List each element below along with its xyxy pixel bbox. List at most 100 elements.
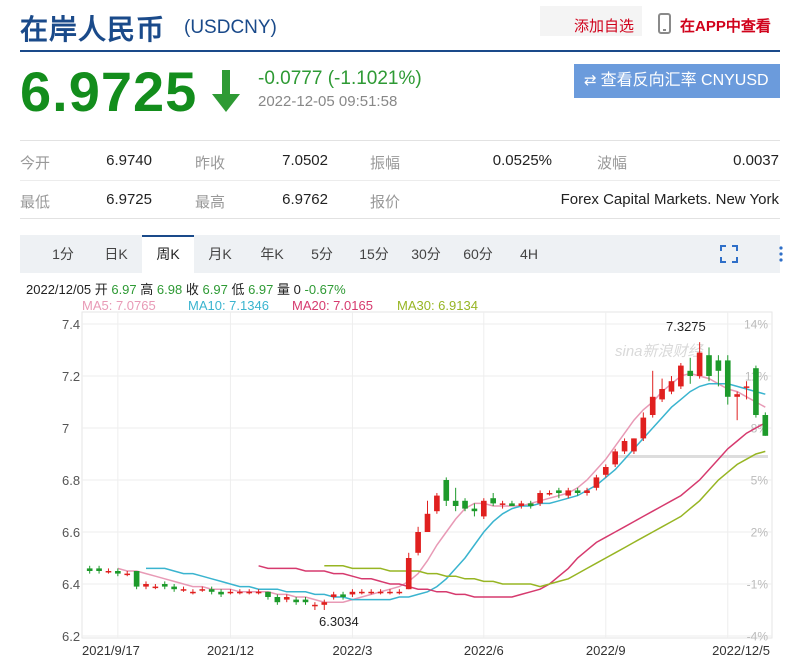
- bar-open: 6.97: [111, 282, 137, 297]
- phone-icon[interactable]: [658, 13, 671, 34]
- stats-table: 今开 6.9740 昨收 7.0502 振幅 0.0525% 波幅 0.0037…: [20, 140, 780, 219]
- candle-body: [218, 591, 224, 595]
- tab-60min[interactable]: 60分: [452, 235, 504, 273]
- candle-body: [405, 558, 412, 590]
- candle-body: [330, 594, 337, 597]
- candle-body: [434, 495, 440, 512]
- candle-body: [518, 503, 525, 506]
- candle-body: [227, 591, 234, 594]
- reference-band: [618, 455, 768, 458]
- bar-low: 6.97: [248, 282, 274, 297]
- candle-body: [584, 490, 590, 493]
- candle-body: [762, 415, 769, 436]
- candle-body: [161, 584, 168, 587]
- more-options-icon[interactable]: [772, 245, 790, 263]
- tab-monthly[interactable]: 月K: [194, 235, 246, 273]
- x-axis: 2021/9/17 2021/12 2022/3 2022/6 2022/9 2022/1…: [82, 643, 770, 658]
- stat-label-prev-close: 昨收: [195, 155, 226, 172]
- candle-body: [340, 594, 346, 597]
- candle-body: [143, 584, 149, 587]
- add-favorite-button[interactable]: 添加自选: [540, 6, 642, 36]
- candle-body: [706, 355, 712, 376]
- candle-body: [387, 591, 393, 594]
- stat-value-prev-close: 7.0502: [282, 152, 328, 169]
- candle-body: [377, 591, 384, 594]
- x-tick-label: 2022/9: [586, 643, 626, 658]
- candle-body: [724, 360, 731, 397]
- stat-label-range: 波幅: [597, 155, 628, 172]
- stat-value-amplitude: 0.0525%: [492, 152, 552, 169]
- candle-body: [734, 394, 740, 397]
- candle-body: [208, 589, 215, 592]
- candle-body: [321, 602, 328, 605]
- page-title: 在岸人民币: [20, 14, 166, 45]
- candle-body: [678, 365, 684, 387]
- candle-body: [649, 396, 656, 415]
- candle-body: [274, 597, 281, 603]
- fullscreen-icon[interactable]: [720, 245, 738, 263]
- quote-timestamp: 2022-12-05 09:51:58: [258, 93, 398, 110]
- candle-body: [255, 591, 262, 594]
- down-arrow-icon: [212, 70, 240, 112]
- y-tick-label: 7.2: [62, 369, 80, 384]
- stat-value-open: 6.9740: [106, 152, 152, 169]
- y-right-tick-label: -1%: [747, 578, 769, 592]
- candle-body: [743, 386, 750, 388]
- tab-weekly[interactable]: 周K: [142, 235, 194, 273]
- candle-body: [753, 368, 759, 415]
- period-tabs: 1分 日K 周K 月K 年K 5分 15分 30分 60分 4H: [20, 235, 783, 273]
- candle-body: [133, 571, 140, 587]
- current-price: 6.9725: [20, 60, 198, 123]
- candle-body: [490, 498, 496, 504]
- y-tick-label: 6.2: [62, 629, 80, 644]
- bar-volume: 0: [293, 282, 301, 297]
- candle-body: [537, 493, 543, 504]
- price-change: -0.0777 (-1.1021%): [258, 68, 422, 89]
- tab-daily[interactable]: 日K: [90, 235, 142, 273]
- candle-body: [237, 591, 243, 594]
- tab-4h[interactable]: 4H: [504, 235, 554, 273]
- candle-body: [349, 591, 356, 595]
- header-divider: [20, 50, 780, 52]
- stat-label-high: 最高: [195, 194, 226, 211]
- candlestick-chart: sina新浪财经 7.47.276.86.66.46.2 14%11%8%5%2…: [62, 311, 773, 658]
- candle-body: [574, 490, 581, 493]
- candle-body: [124, 573, 131, 576]
- candle-body: [471, 508, 478, 512]
- candle-body: [171, 586, 177, 590]
- stat-label-quote-source: 报价: [370, 194, 401, 211]
- candle-body: [499, 503, 506, 505]
- candle-body: [631, 438, 637, 452]
- tab-yearly[interactable]: 年K: [246, 235, 298, 273]
- candle-body: [565, 490, 572, 496]
- tab-5min[interactable]: 5分: [298, 235, 346, 273]
- tab-1min[interactable]: 1分: [38, 235, 88, 273]
- candle-body: [152, 586, 159, 589]
- view-in-app-link[interactable]: 在APP中查看: [680, 15, 771, 36]
- bar-date: 2022/12/05: [26, 282, 92, 297]
- candle-body: [527, 503, 534, 506]
- y-tick-label: 7: [62, 421, 69, 436]
- reverse-rate-button[interactable]: ⇄ 查看反向汇率 CNYUSD: [574, 64, 780, 98]
- y-axis-left: 7.4 7.2 7 6.8 6.6 6.4 6.2: [62, 317, 80, 644]
- x-tick-label: 2022/12/5: [712, 643, 770, 658]
- candle-body: [593, 477, 600, 488]
- tab-30min[interactable]: 30分: [400, 235, 452, 273]
- stat-label-low: 最低: [20, 194, 51, 211]
- bar-change: -0.67%: [304, 282, 346, 297]
- candle-body: [415, 532, 421, 553]
- x-tick-label: 2021/9/17: [82, 643, 140, 658]
- candle-body: [265, 591, 271, 597]
- stat-value-range: 0.0037: [733, 152, 779, 169]
- tab-15min[interactable]: 15分: [348, 235, 400, 273]
- add-favorite-label: 添加自选: [574, 18, 635, 35]
- candle-body: [86, 568, 93, 571]
- y-right-tick-label: 5%: [751, 474, 769, 488]
- x-tick-label: 2021/12: [207, 643, 254, 658]
- row-divider: [20, 180, 780, 181]
- reverse-rate-label: 查看反向汇率 CNYUSD: [600, 72, 769, 89]
- stat-value-low: 6.9725: [106, 191, 152, 208]
- stat-value-high: 6.9762: [282, 191, 328, 208]
- y-tick-label: 6.4: [62, 577, 80, 592]
- candle-body: [368, 591, 375, 594]
